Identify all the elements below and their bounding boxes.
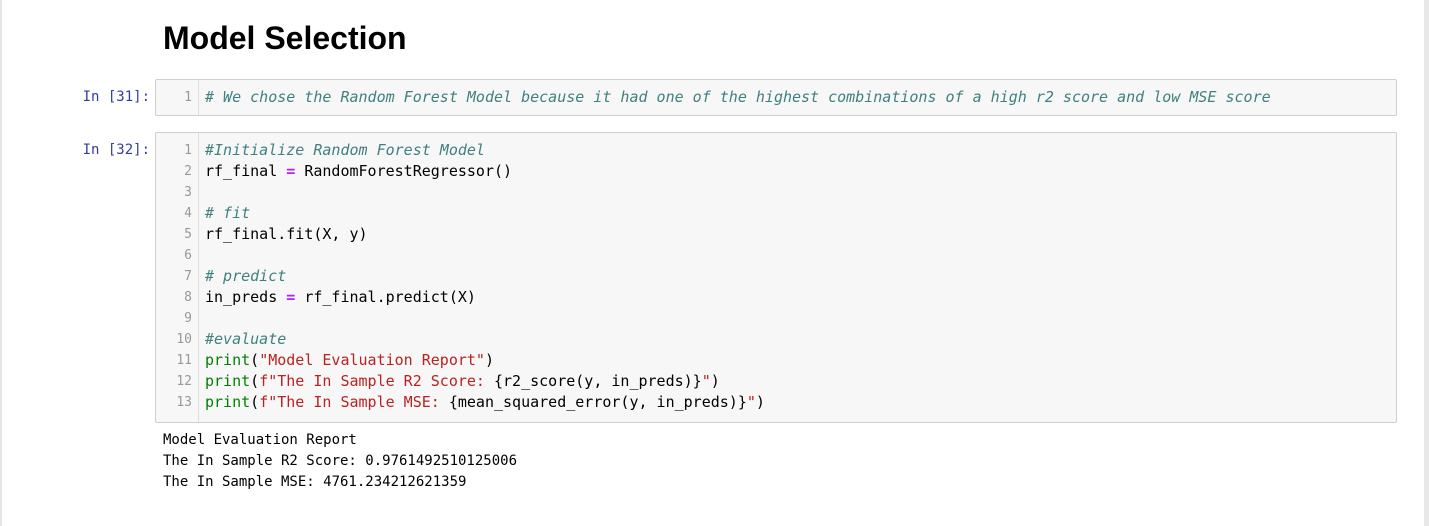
code-editor[interactable]: #Initialize Random Forest Model rf_final … [205, 140, 765, 413]
line-number: 13 [176, 395, 192, 410]
notebook-left-edge [0, 0, 2, 526]
code-line[interactable]: #Initialize Random Forest Model [205, 140, 765, 161]
code-comment: # We chose the Random Forest Model becau… [205, 88, 1271, 106]
code-text: ) [755, 393, 765, 411]
code-line[interactable]: # fit [205, 203, 765, 224]
code-line[interactable] [205, 182, 765, 203]
string-literal: " [701, 372, 711, 390]
code-line[interactable]: # predict [205, 266, 765, 287]
code-text: RandomForestRegressor() [295, 162, 513, 180]
code-text: {r2_score(y, in_preds)} [494, 372, 702, 390]
code-line[interactable] [205, 245, 765, 266]
line-number: 11 [176, 353, 192, 368]
output-line: The In Sample MSE: 4761.234212621359 [163, 474, 467, 490]
code-line[interactable]: # We chose the Random Forest Model becau… [205, 87, 1271, 108]
code-line[interactable]: rf_final.fit(X, y) [205, 224, 765, 245]
cell-32-output: Model Evaluation Report The In Sample R2… [163, 430, 517, 493]
operator: = [286, 162, 296, 180]
code-text: ( [250, 393, 260, 411]
line-number: 6 [184, 248, 192, 263]
line-number: 9 [184, 311, 192, 326]
line-number: 7 [184, 269, 192, 284]
code-cell-31[interactable]: 1 # We chose the Random Forest Model bec… [155, 79, 1397, 116]
code-text: ) [484, 351, 494, 369]
string-literal: f"The In Sample MSE: [259, 393, 449, 411]
line-numbers: 1 [156, 87, 192, 108]
code-comment: # predict [205, 267, 287, 285]
output-line: The In Sample R2 Score: 0.97614925101250… [163, 453, 518, 469]
code-line[interactable]: print(f"The In Sample R2 Score: {r2_scor… [205, 371, 765, 392]
output-line: Model Evaluation Report [163, 432, 357, 448]
line-numbers: 1 2 3 4 5 6 7 8 9 10 11 12 13 [156, 140, 192, 413]
markdown-heading: Model Selection [163, 20, 407, 56]
code-line[interactable]: in_preds = rf_final.predict(X) [205, 287, 765, 308]
code-line[interactable]: print(f"The In Sample MSE: {mean_squared… [205, 392, 765, 413]
code-text: rf_final.fit(X, y) [205, 225, 368, 243]
code-text: ) [710, 372, 720, 390]
builtin-function: print [205, 351, 251, 369]
code-comment: # fit [205, 204, 251, 222]
line-number: 4 [184, 206, 192, 221]
line-number: 1 [184, 90, 192, 105]
code-line[interactable]: print("Model Evaluation Report") [205, 350, 765, 371]
code-comment: #Initialize Random Forest Model [205, 141, 485, 159]
line-number: 12 [176, 374, 192, 389]
code-cell-32[interactable]: 1 2 3 4 5 6 7 8 9 10 11 12 13 #Initialize Random For… [155, 132, 1397, 423]
code-text: rf_final [205, 162, 287, 180]
line-number: 3 [184, 185, 192, 200]
line-number: 5 [184, 227, 192, 242]
code-line[interactable]: #evaluate [205, 329, 765, 350]
operator: = [286, 288, 296, 306]
code-text: in_preds [205, 288, 287, 306]
code-comment: #evaluate [205, 330, 287, 348]
code-text: ( [250, 372, 260, 390]
builtin-function: print [205, 393, 251, 411]
code-text: {mean_squared_error(y, in_preds)} [448, 393, 747, 411]
line-number: 2 [184, 164, 192, 179]
string-literal: "Model Evaluation Report" [259, 351, 485, 369]
line-number: 8 [184, 290, 192, 305]
code-editor[interactable]: # We chose the Random Forest Model becau… [205, 87, 1271, 108]
line-number: 1 [184, 143, 192, 158]
string-literal: " [746, 393, 756, 411]
code-text: rf_final.predict(X) [295, 288, 476, 306]
cell-32-prompt: In [32]: [82, 142, 150, 158]
cell-31-prompt: In [31]: [82, 89, 150, 105]
code-text: ( [250, 351, 260, 369]
code-line[interactable] [205, 308, 765, 329]
line-number: 10 [176, 332, 192, 347]
string-literal: f"The In Sample R2 Score: [259, 372, 494, 390]
notebook-scrollbar-track[interactable] [1424, 0, 1429, 526]
code-line[interactable]: rf_final = RandomForestRegressor() [205, 161, 765, 182]
builtin-function: print [205, 372, 251, 390]
